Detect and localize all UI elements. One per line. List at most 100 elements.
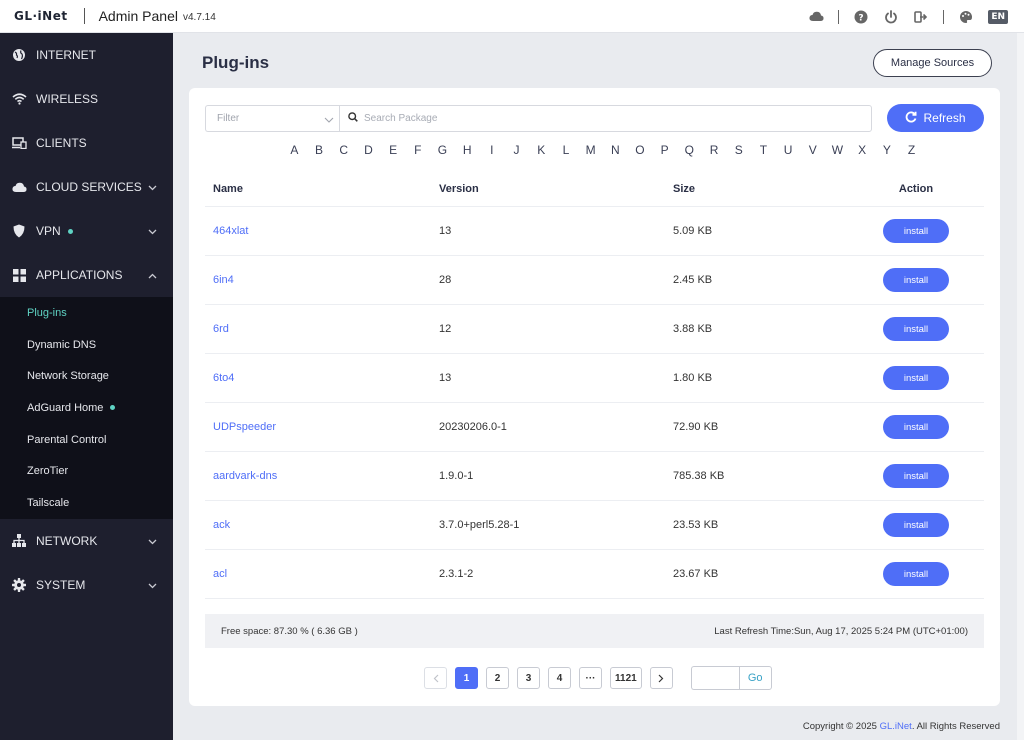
- sidebar-subitem-plugins[interactable]: Plug-ins: [0, 297, 173, 329]
- sidebar-item-system[interactable]: SYSTEM: [0, 563, 173, 607]
- sidebar-item-network[interactable]: NETWORK: [0, 519, 173, 563]
- sidebar-item-applications[interactable]: APPLICATIONS: [0, 253, 173, 297]
- next-page-button[interactable]: [649, 667, 673, 689]
- package-size: 785.38 KB: [673, 470, 725, 482]
- page-button[interactable]: 4: [548, 667, 571, 689]
- help-icon[interactable]: ?: [853, 9, 869, 25]
- package-name-link[interactable]: UDPspeeder: [213, 421, 276, 433]
- app-title: Admin Panel: [98, 8, 178, 24]
- package-version: 13: [439, 225, 452, 237]
- sidebar-subitem-adguard-home[interactable]: AdGuard Home: [0, 392, 173, 424]
- alphabet-letter[interactable]: B: [307, 143, 332, 157]
- install-button[interactable]: install: [883, 513, 949, 537]
- alphabet-letter[interactable]: M: [578, 143, 603, 157]
- prev-page-button[interactable]: [424, 667, 447, 689]
- sidebar-item-cloud-services[interactable]: CLOUD SERVICES: [0, 165, 173, 209]
- page-button[interactable]: 1121: [610, 667, 642, 689]
- alphabet-letter[interactable]: C: [331, 143, 356, 157]
- column-header-name[interactable]: Name: [205, 183, 439, 195]
- sidebar-item-vpn[interactable]: VPN: [0, 209, 173, 253]
- sidebar-item-clients[interactable]: CLIENTS: [0, 121, 173, 165]
- alphabet-letter[interactable]: V: [800, 143, 825, 157]
- sidebar-subitem-label: ZeroTier: [27, 465, 69, 478]
- package-name-link[interactable]: 6in4: [213, 274, 234, 286]
- alphabet-letter[interactable]: L: [554, 143, 579, 157]
- alphabet-letter[interactable]: N: [603, 143, 628, 157]
- install-button[interactable]: install: [883, 415, 949, 439]
- package-name-link[interactable]: ack: [213, 519, 230, 531]
- logout-icon[interactable]: [913, 9, 929, 25]
- alphabet-letter[interactable]: T: [751, 143, 776, 157]
- alphabet-letter[interactable]: X: [850, 143, 875, 157]
- page-scrollbar[interactable]: [1017, 33, 1024, 740]
- sidebar-item-label: CLIENTS: [36, 136, 87, 150]
- sidebar-subitem-dynamic-dns[interactable]: Dynamic DNS: [0, 329, 173, 361]
- alphabet-letter[interactable]: F: [405, 143, 430, 157]
- cloud-icon[interactable]: [808, 9, 824, 25]
- package-version: 13: [439, 372, 452, 384]
- copyright: Copyright © 2025 GL.iNet. All Rights Res…: [803, 721, 1000, 732]
- table-row: ack 3.7.0+perl5.28-1 23.53 KB install: [205, 501, 984, 550]
- alphabet-letter[interactable]: D: [356, 143, 381, 157]
- page-button[interactable]: 3: [517, 667, 540, 689]
- sidebar-subitem-zerotier[interactable]: ZeroTier: [0, 455, 173, 487]
- alphabet-letter[interactable]: S: [726, 143, 751, 157]
- manage-sources-button[interactable]: Manage Sources: [873, 49, 992, 77]
- alphabet-letter[interactable]: K: [529, 143, 554, 157]
- install-button[interactable]: install: [883, 268, 949, 292]
- search-field: [339, 105, 872, 132]
- sidebar-item-wireless[interactable]: WIRELESS: [0, 77, 173, 121]
- page-button[interactable]: 1: [455, 667, 478, 689]
- package-version: 12: [439, 323, 452, 335]
- goto-page-input[interactable]: [690, 666, 739, 690]
- language-selector[interactable]: EN: [988, 9, 1008, 24]
- package-name-link[interactable]: acl: [213, 568, 227, 580]
- alphabet-letter[interactable]: G: [430, 143, 455, 157]
- install-button[interactable]: install: [883, 317, 949, 341]
- alphabet-letter[interactable]: Y: [875, 143, 900, 157]
- alphabet-letter[interactable]: R: [702, 143, 727, 157]
- sidebar-subitem-tailscale[interactable]: Tailscale: [0, 487, 173, 519]
- sidebar-subitem-label: Network Storage: [27, 370, 109, 383]
- sidebar-item-internet[interactable]: INTERNET: [0, 33, 173, 77]
- alphabet-letter[interactable]: E: [381, 143, 406, 157]
- alphabet-letter[interactable]: U: [776, 143, 801, 157]
- page-ellipsis[interactable]: ···: [579, 667, 602, 689]
- package-name-link[interactable]: 6to4: [213, 372, 234, 384]
- search-input[interactable]: [364, 113, 844, 124]
- install-button[interactable]: install: [883, 366, 949, 390]
- sidebar-subitem-network-storage[interactable]: Network Storage: [0, 360, 173, 392]
- filter-dropdown[interactable]: Filter: [205, 105, 340, 132]
- alphabet-letter[interactable]: J: [504, 143, 529, 157]
- package-size: 23.67 KB: [673, 568, 719, 580]
- package-version: 3.7.0+perl5.28-1: [439, 519, 520, 531]
- package-name-link[interactable]: aardvark-dns: [213, 470, 277, 482]
- brand-link[interactable]: GL.iNet: [880, 721, 912, 732]
- package-size: 3.88 KB: [673, 323, 713, 335]
- install-button[interactable]: install: [883, 464, 949, 488]
- page-button[interactable]: 2: [486, 667, 509, 689]
- power-icon[interactable]: [883, 9, 899, 25]
- alphabet-letter[interactable]: Q: [677, 143, 702, 157]
- install-button[interactable]: install: [883, 562, 949, 586]
- package-name-link[interactable]: 464xlat: [213, 225, 248, 237]
- package-name-link[interactable]: 6rd: [213, 323, 229, 335]
- alphabet-letter[interactable]: W: [825, 143, 850, 157]
- sidebar-item-label: NETWORK: [36, 533, 98, 548]
- alphabet-letter[interactable]: Z: [899, 143, 924, 157]
- gl-inet-logo[interactable]: GL·iNet: [14, 9, 68, 23]
- install-button[interactable]: install: [883, 219, 949, 243]
- package-version: 2.3.1-2: [439, 568, 474, 580]
- alphabet-letter[interactable]: H: [455, 143, 480, 157]
- package-size: 1.80 KB: [673, 372, 713, 384]
- alphabet-letter[interactable]: P: [652, 143, 677, 157]
- table-row: aardvark-dns 1.9.0-1 785.38 KB install: [205, 452, 984, 501]
- go-button[interactable]: Go: [738, 666, 772, 690]
- alphabet-letter[interactable]: I: [480, 143, 505, 157]
- refresh-button[interactable]: Refresh: [887, 104, 984, 132]
- alphabet-letter[interactable]: O: [628, 143, 653, 157]
- alphabet-letter[interactable]: A: [282, 143, 307, 157]
- sidebar-subitem-parental-control[interactable]: Parental Control: [0, 424, 173, 456]
- top-header: GL·iNet Admin Panel v4.7.14 ? EN: [0, 0, 1024, 33]
- theme-palette-icon[interactable]: [958, 9, 974, 25]
